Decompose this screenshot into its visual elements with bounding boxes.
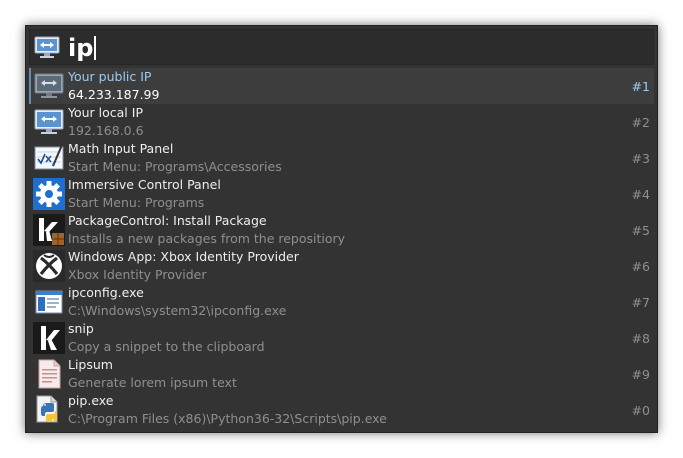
result-subtitle: 192.168.0.6 [68,123,144,138]
result-hotkey: #7 [631,295,650,310]
result-title: Lipsum [68,357,113,372]
result-hotkey: #2 [631,115,650,130]
result-hotkey: #6 [631,259,650,274]
result-item[interactable]: Math Input Panel Start Menu: Programs\Ac… [29,140,654,176]
result-subtitle: C:\Windows\system32\ipconfig.exe [68,303,287,318]
selection-indicator [29,68,31,104]
gear-icon [33,178,65,210]
result-item[interactable]: Lipsum Generate lorem ipsum text #9 [29,356,654,392]
result-title: snip [68,321,94,336]
result-hotkey: #5 [631,223,650,238]
application-window-icon [33,286,65,318]
result-item[interactable]: PackageControl: Install Package Installs… [29,212,654,248]
network-monitor-icon [34,36,60,60]
result-hotkey: #4 [631,187,650,202]
keypirinha-icon [33,322,65,354]
result-subtitle: C:\Program Files (x86)\Python36-32\Scrip… [68,411,387,426]
launcher-window: ip Your public IP 64.233.187.99 #1 Your … [25,25,658,433]
result-subtitle: Generate lorem ipsum text [68,375,237,390]
result-hotkey: #9 [631,367,650,382]
result-hotkey: #8 [631,331,650,346]
result-title: Windows App: Xbox Identity Provider [68,249,299,264]
search-bar[interactable]: ip [29,29,654,65]
result-item[interactable]: Windows App: Xbox Identity Provider Xbox… [29,248,654,284]
result-item[interactable]: ipconfig.exe C:\Windows\system32\ipconfi… [29,284,654,320]
keypirinha-package-icon [33,214,65,246]
result-subtitle: Installs a new packages from the reposit… [68,231,346,246]
result-title: Math Input Panel [68,141,174,156]
result-title: PackageControl: Install Package [68,213,267,228]
result-item[interactable]: snip Copy a snippet to the clipboard #8 [29,320,654,356]
xbox-icon [33,250,65,282]
network-monitor-icon [33,70,65,102]
result-subtitle: 64.233.187.99 [68,87,160,102]
result-item[interactable]: pip.exe C:\Program Files (x86)\Python36-… [29,392,654,428]
result-subtitle: Xbox Identity Provider [68,267,207,282]
result-title: Your public IP [68,69,152,84]
search-input[interactable]: ip [68,32,93,64]
result-subtitle: Start Menu: Programs [68,195,205,210]
network-monitor-icon [33,106,65,138]
result-title: Immersive Control Panel [68,177,221,192]
document-icon [33,358,65,390]
result-hotkey: #3 [631,151,650,166]
result-subtitle: Start Menu: Programs\Accessories [68,159,282,174]
result-item[interactable]: Your public IP 64.233.187.99 #1 [29,68,654,104]
results-list: Your public IP 64.233.187.99 #1 Your loc… [29,68,654,428]
python-file-icon [33,394,65,426]
result-title: ipconfig.exe [68,285,144,300]
math-input-panel-icon [33,142,65,174]
result-item[interactable]: Immersive Control Panel Start Menu: Prog… [29,176,654,212]
result-item[interactable]: Your local IP 192.168.0.6 #2 [29,104,654,140]
text-caret [94,36,96,60]
result-title: pip.exe [68,393,114,408]
result-subtitle: Copy a snippet to the clipboard [68,339,265,354]
result-title: Your local IP [68,105,143,120]
result-hotkey: #1 [631,79,650,94]
result-hotkey: #0 [631,403,650,418]
